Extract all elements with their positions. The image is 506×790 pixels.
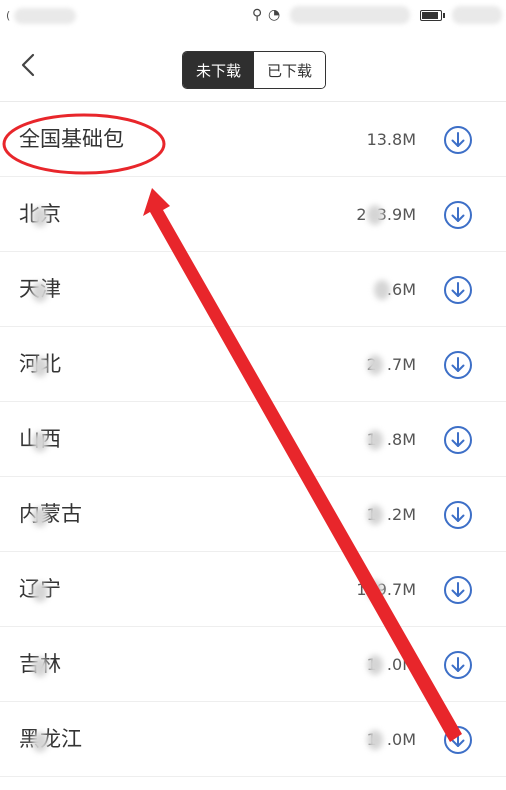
battery-icon — [420, 10, 445, 21]
package-name: 黑龙江 — [19, 727, 82, 751]
back-button[interactable] — [14, 50, 44, 80]
package-size: 1 9.7M — [356, 580, 416, 599]
status-blur-right — [290, 6, 410, 24]
download-button[interactable] — [443, 650, 473, 680]
list-item[interactable]: 天津 .6M — [0, 252, 506, 327]
download-button[interactable] — [443, 125, 473, 155]
download-status-toggle: 未下载 已下载 — [182, 51, 326, 89]
redaction-blur — [367, 205, 383, 225]
chevron-left-icon — [21, 53, 35, 77]
download-button[interactable] — [443, 200, 473, 230]
list-item[interactable]: 河北2 .7M — [0, 327, 506, 402]
list-item[interactable]: 黑龙江 1 .0M — [0, 702, 506, 777]
redaction-blur — [367, 430, 383, 450]
list-item[interactable]: 吉林1 .0M — [0, 627, 506, 702]
status-blur-left — [14, 8, 76, 24]
tab-downloaded[interactable]: 已下载 — [254, 52, 325, 88]
redaction-blur — [32, 582, 48, 602]
redaction-blur — [32, 657, 48, 677]
redaction-blur — [374, 280, 390, 300]
redaction-blur — [367, 655, 383, 675]
status-bar: ( ⚲ ◔ — [0, 0, 506, 32]
tab-not-downloaded[interactable]: 未下载 — [183, 52, 254, 88]
header: 未下载 已下载 — [0, 32, 506, 102]
download-button[interactable] — [443, 725, 473, 755]
status-time-fragment: ( — [6, 9, 11, 22]
redaction-blur — [367, 355, 383, 375]
redaction-blur — [367, 580, 383, 600]
list-item[interactable]: 全国基础包 13.8M — [0, 102, 506, 177]
download-button[interactable] — [443, 275, 473, 305]
redaction-blur — [32, 207, 48, 227]
package-size: 13.8M — [366, 130, 416, 149]
redaction-blur — [32, 282, 48, 302]
list-item[interactable]: 山西1 .8M — [0, 402, 506, 477]
list-item[interactable]: 北京2 3.9M — [0, 177, 506, 252]
download-button[interactable] — [443, 500, 473, 530]
redaction-blur — [32, 432, 48, 452]
offline-package-list: 全国基础包13.8M北京2 3.9M天津 .6M河北2 .7M山西1 .8M内蒙… — [0, 102, 506, 777]
list-item[interactable]: 内蒙古 1 .2M — [0, 477, 506, 552]
redaction-blur — [32, 732, 48, 752]
download-button[interactable] — [443, 350, 473, 380]
redaction-blur — [32, 507, 48, 527]
status-blur-far-right — [452, 6, 502, 24]
list-item[interactable]: 辽宁1 9.7M — [0, 552, 506, 627]
redaction-blur — [367, 730, 383, 750]
download-button[interactable] — [443, 425, 473, 455]
redaction-blur — [32, 357, 48, 377]
package-size: 2 3.9M — [356, 205, 416, 224]
redaction-blur — [367, 505, 383, 525]
package-name: 内蒙古 — [19, 502, 82, 526]
package-name: 全国基础包 — [19, 127, 124, 151]
location-icon: ⚲ — [252, 7, 263, 23]
wifi-icon: ◔ — [268, 7, 281, 23]
download-button[interactable] — [443, 575, 473, 605]
